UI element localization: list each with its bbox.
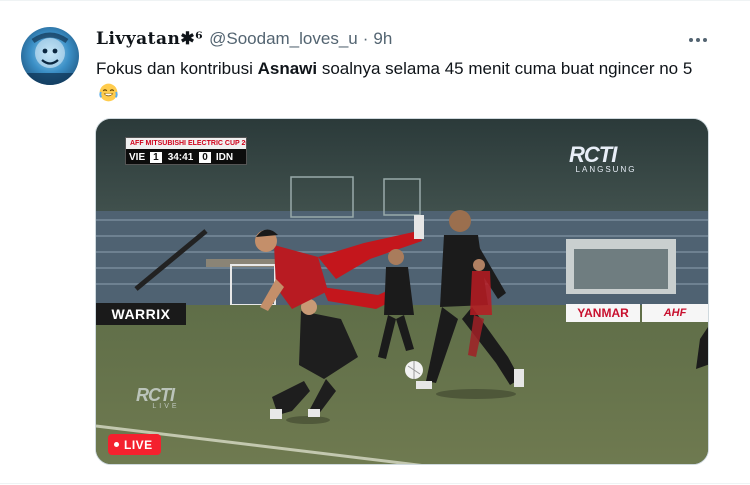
home-team: VIE bbox=[129, 151, 146, 163]
away-score: 0 bbox=[199, 151, 211, 163]
laughing-emoji-icon bbox=[99, 83, 118, 102]
tweet-text-part: soalnya selama 45 menit cuma buat ngince… bbox=[317, 59, 693, 78]
away-team: IDN bbox=[215, 151, 234, 163]
tweet-text-part: Fokus dan kontribusi bbox=[96, 59, 258, 78]
more-dot bbox=[696, 38, 700, 42]
home-score: 1 bbox=[150, 151, 162, 163]
tweet[interactable]: Livyatan✱⁶ @Soodam_loves_u · 9h Fokus da… bbox=[0, 0, 750, 485]
competition-name: AFF MITSUBISHI ELECTRIC CUP 2022 bbox=[126, 138, 246, 149]
ad-board-left: WARRIX bbox=[96, 303, 186, 325]
user-handle[interactable]: @Soodam_loves_u bbox=[209, 29, 358, 49]
more-dot bbox=[703, 38, 707, 42]
ad-board-right-2: AHF bbox=[642, 304, 708, 322]
watermark-brand: RCTI bbox=[136, 385, 175, 405]
live-label: LIVE bbox=[124, 437, 153, 452]
avatar[interactable] bbox=[21, 27, 79, 85]
avatar-image bbox=[21, 32, 79, 85]
display-name[interactable]: Livyatan✱⁶ bbox=[96, 29, 203, 49]
more-dot bbox=[689, 38, 693, 42]
broadcaster-watermark: RCTI LIVE bbox=[136, 385, 196, 415]
tweet-header: Livyatan✱⁶ @Soodam_loves_u · 9h bbox=[96, 29, 392, 51]
broadcaster-brand: RCTI bbox=[569, 142, 617, 167]
score-row: VIE 1 34:41 0 IDN bbox=[126, 149, 246, 165]
scoreboard-overlay: AFF MITSUBISHI ELECTRIC CUP 2022 VIE 1 3… bbox=[125, 137, 247, 165]
live-dot-icon bbox=[114, 442, 119, 447]
separator-dot: · bbox=[362, 29, 369, 48]
tweet-text: Fokus dan kontribusi Asnawi soalnya sela… bbox=[96, 56, 716, 106]
tweet-text-highlight: Asnawi bbox=[257, 59, 318, 78]
match-clock: 34:41 bbox=[167, 151, 194, 163]
broadcaster-logo: RCTI LANGSUNG bbox=[569, 143, 643, 177]
ad-board-right-1: YANMAR bbox=[566, 304, 640, 322]
timestamp[interactable]: 9h bbox=[373, 29, 392, 49]
tweet-media-video[interactable]: AFF MITSUBISHI ELECTRIC CUP 2022 VIE 1 3… bbox=[95, 118, 709, 465]
divider bbox=[0, 483, 750, 484]
broadcaster-tag: LANGSUNG bbox=[575, 165, 637, 174]
more-options-icon[interactable] bbox=[686, 29, 710, 51]
live-badge[interactable]: LIVE bbox=[108, 434, 161, 455]
